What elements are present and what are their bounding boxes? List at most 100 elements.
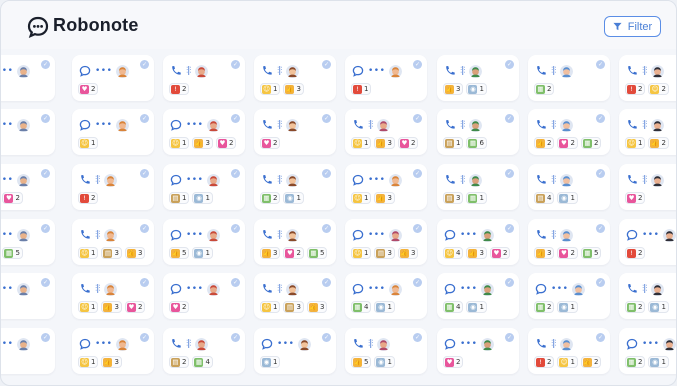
reaction-chip[interactable]: ♥ 2 bbox=[78, 83, 99, 95]
conversation-card[interactable]: ✓ ••• ♥2▦5 bbox=[1, 219, 55, 265]
conversation-card[interactable]: ✓ ••• ☺ 1 👍 3 bbox=[72, 328, 154, 374]
conversation-card[interactable]: ✓ ⫶|⫶! 2 bbox=[72, 164, 154, 210]
reaction-chip[interactable]: 👍 3 bbox=[397, 247, 419, 259]
reaction-chip[interactable]: ◉ 1 bbox=[192, 192, 213, 204]
conversation-card[interactable]: ✓ ⫶|⫶ 👍 2 ♥ 2 ▦ 2 bbox=[528, 109, 610, 155]
reaction-chip[interactable]: ▦ 5 bbox=[580, 247, 602, 259]
reaction-chip[interactable]: 👍 3 bbox=[374, 137, 395, 149]
reaction-chip[interactable]: 👍 3 bbox=[534, 247, 555, 259]
reaction-chip[interactable]: ♥ 2 bbox=[625, 192, 646, 204]
conversation-card[interactable]: ✓•••▦2◉1 bbox=[528, 273, 610, 319]
reaction-chip[interactable]: ! 2 bbox=[534, 356, 555, 368]
reaction-chip[interactable]: ♥ 2 bbox=[124, 301, 146, 313]
reaction-chip[interactable]: ♥ 2 bbox=[169, 301, 190, 313]
reaction-chip[interactable]: ! 2 bbox=[169, 83, 190, 95]
reaction-chip[interactable]: 👍 5 bbox=[169, 247, 190, 259]
reaction-chip[interactable]: ▦ 6 bbox=[466, 137, 487, 149]
reaction-chip[interactable]: ▦ 4 bbox=[192, 356, 213, 368]
reaction-chip[interactable]: ▦ 5 bbox=[2, 247, 23, 259]
conversation-card[interactable]: ✓ ⫶|⫶ ☺ 1 ▤ 3 👍 3 bbox=[72, 219, 154, 265]
reaction-chip[interactable]: ☺ 4 bbox=[443, 247, 464, 259]
reaction-chip[interactable]: ! 1 bbox=[351, 83, 372, 95]
filter-button[interactable]: Filter bbox=[604, 16, 661, 37]
reaction-chip[interactable]: ☺ 1 bbox=[351, 192, 372, 204]
reaction-chip[interactable]: 👍 3 bbox=[124, 247, 146, 259]
reaction-chip[interactable]: ! 2 bbox=[625, 247, 646, 259]
reaction-chip[interactable]: ◉ 1 bbox=[557, 192, 578, 204]
conversation-card[interactable]: ✓•••▦4 bbox=[1, 109, 55, 155]
reaction-chip[interactable]: 👍 3 bbox=[101, 356, 122, 368]
conversation-card[interactable]: ✓ ⫶|⫶! 2 ☺ 1 👍 2 bbox=[528, 328, 610, 374]
reaction-chip[interactable]: ◉ 1 bbox=[374, 301, 395, 313]
reaction-chip[interactable]: ▦ 2 bbox=[534, 83, 555, 95]
conversation-card[interactable]: ✓ ••• ☺ 1 bbox=[72, 109, 154, 155]
reaction-chip[interactable]: ◉ 1 bbox=[466, 301, 487, 313]
reaction-chip[interactable]: 👍 5 bbox=[351, 356, 372, 368]
reaction-chip[interactable]: ☺ 1 bbox=[351, 137, 372, 149]
reaction-chip[interactable]: ♥ 2 bbox=[2, 192, 23, 204]
reaction-chip[interactable]: ☺ 1 bbox=[260, 301, 281, 313]
reaction-chip[interactable]: ☺ 1 bbox=[78, 247, 99, 259]
reaction-chip[interactable]: ! 2 bbox=[625, 83, 646, 95]
conversation-card[interactable]: ✓ ••• bbox=[1, 273, 55, 319]
reaction-chip[interactable]: ▤ 3 bbox=[374, 247, 395, 259]
reaction-chip[interactable]: ▤ 3 bbox=[101, 247, 122, 259]
reaction-chip[interactable]: ▤ 2 bbox=[169, 356, 190, 368]
conversation-card[interactable]: ✓ ⫶|⫶! 2 bbox=[163, 55, 245, 101]
reaction-chip[interactable]: ◉ 1 bbox=[260, 356, 281, 368]
conversation-card[interactable]: ✓ ••• ▤ 1 ◉ 1 bbox=[163, 164, 245, 210]
reaction-chip[interactable]: ▦ 5 bbox=[306, 247, 328, 259]
reaction-chip[interactable]: ☺ 1 bbox=[351, 247, 372, 259]
conversation-card[interactable]: ✓⫶|⫶♥2 bbox=[254, 109, 336, 155]
reaction-chip[interactable]: ☺ 1 bbox=[78, 301, 99, 313]
reaction-chip[interactable]: ☺ 1 bbox=[260, 83, 281, 95]
conversation-card[interactable]: ✓ ⫶|⫶ ☺ 1 ▤ 3 👍 3 bbox=[254, 273, 336, 319]
conversation-card[interactable]: ✓ ••• 👍 5 ◉ 1 bbox=[163, 219, 245, 265]
reaction-chip[interactable]: ♥ 2 bbox=[215, 137, 237, 149]
conversation-card[interactable]: ✓ ⫶|⫶ ☺ 1 👍 3 bbox=[254, 55, 336, 101]
conversation-card[interactable]: ✓ ⫶|⫶ 👍 3 ♥ 2 ▦ 5 bbox=[528, 219, 610, 265]
reaction-chip[interactable]: ▦ 4 bbox=[351, 301, 372, 313]
reaction-chip[interactable]: ▦ 2 bbox=[534, 301, 555, 313]
conversation-card[interactable]: ✓ ••• ▦ 4 ◉ 1 bbox=[437, 273, 519, 319]
reaction-chip[interactable]: ◉ 1 bbox=[648, 301, 669, 313]
reaction-chip[interactable]: ☺ 1 bbox=[78, 137, 99, 149]
reaction-chip[interactable]: ◉ 1 bbox=[192, 247, 213, 259]
conversation-card[interactable]: ✓ ⫶|⫶ ▤ 2 ▦ 4 bbox=[163, 328, 245, 374]
conversation-card[interactable]: ✓ ••• ♥ 2 bbox=[163, 273, 245, 319]
reaction-chip[interactable]: ♥ 2 bbox=[443, 356, 464, 368]
conversation-card[interactable]: ✓ ⫶|⫶ 👍 5 ◉ 1 bbox=[345, 328, 427, 374]
reaction-chip[interactable]: 👍 2 bbox=[534, 137, 555, 149]
reaction-chip[interactable]: 👍 3 bbox=[260, 247, 281, 259]
conversation-card[interactable]: ✓ ⫶|⫶ ▦ 2 bbox=[528, 55, 610, 101]
conversation-card[interactable]: ✓⫶|⫶▦2◉1 bbox=[619, 273, 676, 319]
conversation-card[interactable]: ✓ ⫶|⫶ ☺ 1 👍 3 ♥ 2 bbox=[72, 273, 154, 319]
conversation-card[interactable]: ✓⫶|⫶♥2 bbox=[619, 164, 676, 210]
conversation-card[interactable]: ✓⫶|⫶☺1👍2 bbox=[619, 109, 676, 155]
reaction-chip[interactable]: ▤ 3 bbox=[283, 301, 304, 313]
conversation-card[interactable]: ✓•••!2 bbox=[619, 219, 676, 265]
reaction-chip[interactable]: ▤ 1 bbox=[443, 137, 464, 149]
conversation-card[interactable]: ✓⫶|⫶▦2◉1 bbox=[254, 164, 336, 210]
reaction-chip[interactable]: ☺ 1 bbox=[78, 356, 99, 368]
conversation-card[interactable]: ✓ ⫶|⫶ ☺ 1 👍 3 ♥ 2 bbox=[345, 109, 427, 155]
reaction-chip[interactable]: ◉ 1 bbox=[648, 356, 669, 368]
reaction-chip[interactable]: 👍 3 bbox=[283, 83, 304, 95]
conversation-card[interactable]: ✓ ⫶|⫶ ▤ 1 ▦ 6 bbox=[437, 109, 519, 155]
conversation-card[interactable]: ✓ ••• ▦ 4 ◉ 1 bbox=[345, 273, 427, 319]
conversation-card[interactable]: ✓ ••• ☺ 1 ▤ 3 👍 3 bbox=[345, 219, 427, 265]
conversation-card[interactable]: ✓ ••• 👍3♥2 bbox=[1, 164, 55, 210]
conversation-card[interactable]: ✓⫶|⫶!2☺2 bbox=[619, 55, 676, 101]
conversation-card[interactable]: ✓ ⫶|⫶ 👍 3 ♥ 2 ▦ 5 bbox=[254, 219, 336, 265]
reaction-chip[interactable]: ♥ 2 bbox=[397, 137, 419, 149]
reaction-chip[interactable]: ◉ 1 bbox=[557, 301, 578, 313]
reaction-chip[interactable]: ♥ 2 bbox=[283, 247, 304, 259]
conversation-card[interactable]: ✓ ••• ♥ 2 bbox=[437, 328, 519, 374]
reaction-chip[interactable]: ♥ 2 bbox=[489, 247, 511, 259]
conversation-card[interactable]: ✓ ⫶|⫶ ▤ 3 ▦ 1 bbox=[437, 164, 519, 210]
reaction-chip[interactable]: ☺ 1 bbox=[169, 137, 190, 149]
conversation-card[interactable]: ✓ ••• ☺ 4 👍 3 ♥ 2 bbox=[437, 219, 519, 265]
reaction-chip[interactable]: ▦ 4 bbox=[443, 301, 464, 313]
reaction-chip[interactable]: ! 2 bbox=[78, 192, 99, 204]
reaction-chip[interactable]: ♥ 2 bbox=[260, 137, 281, 149]
